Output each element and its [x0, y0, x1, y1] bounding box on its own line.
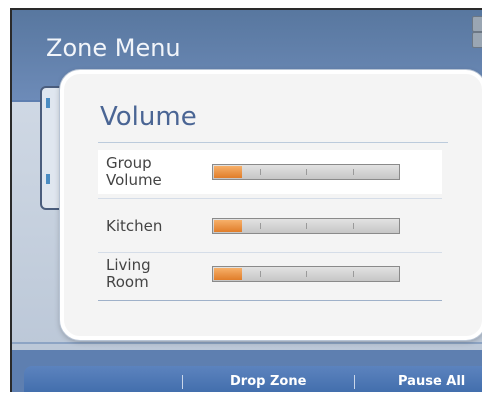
page-title: Zone Menu [46, 34, 181, 62]
volume-slider-fill [214, 166, 242, 178]
slider-tick [353, 223, 354, 229]
volume-row[interactable]: Group Volume [98, 150, 442, 194]
slider-tick [260, 223, 261, 229]
title-divider [98, 142, 448, 143]
scroll-up-button[interactable] [472, 16, 482, 32]
volume-slider[interactable] [212, 164, 400, 180]
row-divider [98, 198, 442, 199]
volume-slider-fill [214, 220, 242, 232]
slider-tick [353, 271, 354, 277]
popup-title: Volume [100, 102, 197, 132]
volume-slider[interactable] [212, 218, 400, 234]
scroll-down-button[interactable] [472, 32, 482, 48]
volume-slider[interactable] [212, 266, 400, 282]
volume-row[interactable]: Living Room [98, 252, 442, 296]
volume-row-label: Group Volume [106, 154, 162, 189]
slider-tick [353, 169, 354, 175]
volume-popup: Volume Group Volume Kitchen Living Room [60, 70, 482, 340]
volume-slider-fill [214, 268, 242, 280]
zone-indicator-icon [46, 174, 50, 184]
zone-indicator-icon [46, 98, 50, 108]
bottom-toolbar: Drop Zone Pause All [24, 366, 482, 392]
slider-tick [260, 169, 261, 175]
slider-tick [306, 223, 307, 229]
divider [12, 342, 482, 344]
pause-all-button[interactable]: Pause All [398, 374, 465, 389]
slider-tick [306, 271, 307, 277]
toolbar-separator [182, 375, 183, 389]
popup-bottom-divider [98, 300, 442, 301]
drop-zone-button[interactable]: Drop Zone [230, 374, 306, 389]
slider-tick [260, 271, 261, 277]
volume-row-label: Living Room [106, 256, 151, 291]
slider-tick [306, 169, 307, 175]
volume-row[interactable]: Kitchen [98, 204, 442, 248]
volume-row-label: Kitchen [106, 216, 163, 235]
toolbar-separator [354, 375, 355, 389]
